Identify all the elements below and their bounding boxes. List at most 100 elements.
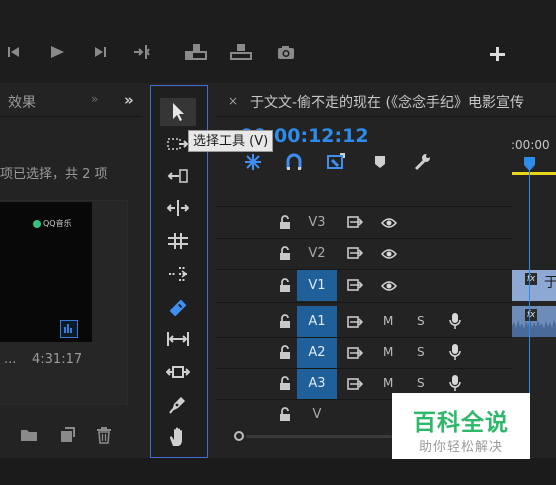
lock-icon[interactable] [279,278,291,292]
solo-button[interactable]: S [417,314,425,328]
add-marker-icon[interactable] [326,152,346,172]
slide-tool[interactable] [160,325,196,353]
rate-stretch-icon [167,232,189,250]
new-item-icon[interactable] [59,427,75,443]
track-header-empty[interactable]: V [297,400,337,430]
ruler-time-label: :00:00 [511,138,550,152]
status-bar [0,458,556,485]
microphone-icon[interactable] [449,374,461,392]
watermark-title: 百科全说 [413,410,509,436]
track-divider [216,302,512,303]
playhead-handle[interactable] [523,156,536,172]
step-forward-icon[interactable] [92,44,108,60]
linked-selection-icon[interactable] [285,153,303,171]
transport-bar [0,0,556,80]
track-divider [216,368,512,369]
slide-clip-icon [166,363,190,381]
track-header-v3[interactable]: V3 [297,208,337,238]
slide-icon [166,330,190,348]
rate-stretch-tool[interactable] [160,227,196,255]
marker-icon[interactable] [373,154,387,170]
ripple-edit-tool[interactable] [160,162,196,190]
microphone-icon[interactable] [449,312,461,330]
fx-badge: fx [525,309,537,321]
track-header-a3[interactable]: A3 [297,369,337,399]
track-divider [216,206,512,207]
zoom-handle[interactable] [234,431,244,441]
lock-icon[interactable] [279,407,291,421]
selection-tool[interactable] [160,98,196,126]
panel-overflow-button[interactable]: » [124,91,134,109]
lock-icon[interactable] [279,246,291,260]
pen-icon [168,394,188,414]
track-divider [216,337,512,338]
trash-icon[interactable] [96,426,112,444]
insert-icon[interactable] [132,43,152,61]
wrench-icon[interactable] [412,152,432,172]
add-icon[interactable] [489,46,505,62]
mute-button[interactable]: M [383,314,393,328]
extract-icon[interactable] [229,42,253,62]
thumbnail-logo-text: QQ音乐 [43,219,72,228]
rolling-edit-tool[interactable] [160,194,196,222]
lock-icon[interactable] [279,314,291,328]
clip-name: ... [4,352,17,367]
tab-divider [216,116,556,117]
eye-icon[interactable] [381,280,397,292]
snap-icon[interactable] [243,153,263,171]
eye-icon[interactable] [381,217,397,229]
hand-pan-tool[interactable] [160,358,196,386]
clip-duration: 4:31:17 [32,352,83,367]
tab-divider [0,116,142,117]
mute-button[interactable]: M [383,376,393,390]
thumbnail-logo: QQ音乐 [33,218,72,229]
rolling-edit-icon [167,199,189,217]
sequence-badge-icon [60,320,78,338]
slip-icon [168,298,188,318]
sync-lock-icon[interactable] [347,279,363,291]
step-back-icon[interactable] [6,44,22,60]
track-header-a1[interactable]: A1 [297,306,337,337]
sync-lock-icon[interactable] [347,247,363,259]
lock-icon[interactable] [279,215,291,229]
razor-tool[interactable] [160,260,196,288]
razor-icon [167,265,189,283]
fx-badge: fx [525,273,537,285]
folder-icon[interactable] [20,428,38,442]
sync-lock-icon[interactable] [347,216,363,228]
sync-lock-icon[interactable] [347,316,363,328]
arrow-cursor-icon [170,102,186,122]
track-header-v1[interactable]: V1 [297,270,337,301]
work-area-bar[interactable] [512,172,556,175]
slip-tool[interactable] [160,294,196,322]
eye-icon[interactable] [381,248,397,260]
microphone-icon[interactable] [449,343,461,361]
lock-icon[interactable] [279,345,291,359]
tab-effects[interactable]: 效果 [8,92,36,112]
hand-tool[interactable] [160,423,196,451]
lock-icon[interactable] [279,376,291,390]
close-icon[interactable]: × [228,94,238,108]
track-divider [216,269,512,270]
camera-icon[interactable] [276,44,296,61]
tab-more[interactable]: » [91,92,98,106]
hand-icon [168,426,188,448]
video-clip-label: 于 [544,275,556,291]
pen-tool[interactable] [160,390,196,418]
track-select-icon [167,137,189,151]
track-header-a2[interactable]: A2 [297,338,337,368]
solo-button[interactable]: S [417,345,425,359]
zoom-scrollbar[interactable] [246,435,392,438]
lift-icon[interactable] [184,42,208,62]
sync-lock-icon[interactable] [347,347,363,359]
tool-tooltip: 选择工具 (V) [188,130,274,152]
track-header-v2[interactable]: V2 [297,239,337,269]
watermark-subtitle: 助你轻松解决 [418,440,503,455]
ripple-edit-icon [167,168,189,184]
play-icon[interactable] [48,44,66,60]
sequence-tab-title[interactable]: 于文文-偷不走的现在 (《念念手纪》电影宣传 [250,92,524,112]
sync-lock-icon[interactable] [347,378,363,390]
selection-status: 项已选择，共 2 项 [0,167,108,182]
mute-button[interactable]: M [383,345,393,359]
solo-button[interactable]: S [417,376,425,390]
